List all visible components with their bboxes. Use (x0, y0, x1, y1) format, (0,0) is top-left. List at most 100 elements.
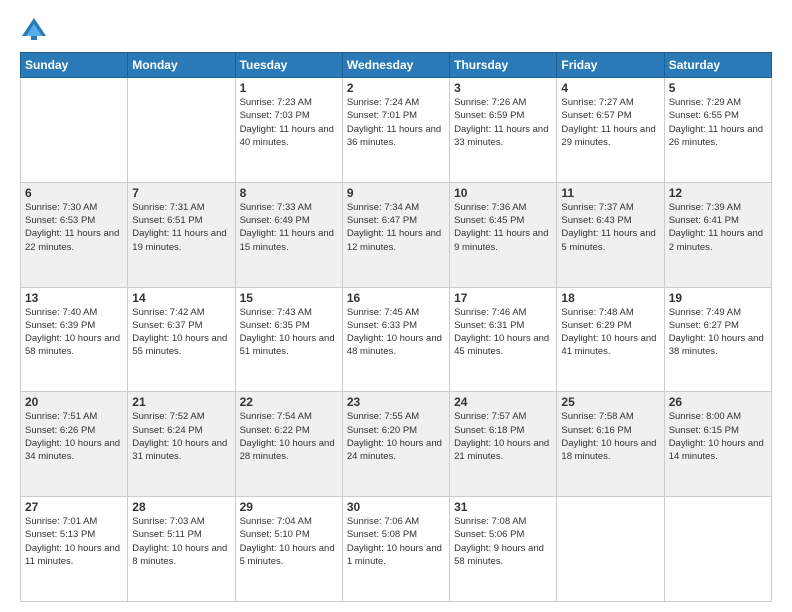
day-info: Sunrise: 7:04 AMSunset: 5:10 PMDaylight:… (240, 515, 338, 568)
calendar-cell: 2Sunrise: 7:24 AMSunset: 7:01 PMDaylight… (342, 78, 449, 183)
logo (20, 16, 52, 44)
calendar-cell (128, 78, 235, 183)
day-number: 2 (347, 81, 445, 95)
weekday-header-friday: Friday (557, 53, 664, 78)
calendar-cell: 18Sunrise: 7:48 AMSunset: 6:29 PMDayligh… (557, 287, 664, 392)
day-number: 10 (454, 186, 552, 200)
weekday-header-thursday: Thursday (450, 53, 557, 78)
calendar-cell: 25Sunrise: 7:58 AMSunset: 6:16 PMDayligh… (557, 392, 664, 497)
day-info: Sunrise: 7:01 AMSunset: 5:13 PMDaylight:… (25, 515, 123, 568)
day-info: Sunrise: 7:37 AMSunset: 6:43 PMDaylight:… (561, 201, 659, 254)
weekday-header-row: SundayMondayTuesdayWednesdayThursdayFrid… (21, 53, 772, 78)
day-number: 7 (132, 186, 230, 200)
calendar-cell (557, 497, 664, 602)
day-info: Sunrise: 7:58 AMSunset: 6:16 PMDaylight:… (561, 410, 659, 463)
day-info: Sunrise: 7:26 AMSunset: 6:59 PMDaylight:… (454, 96, 552, 149)
day-info: Sunrise: 7:34 AMSunset: 6:47 PMDaylight:… (347, 201, 445, 254)
day-number: 17 (454, 291, 552, 305)
day-number: 4 (561, 81, 659, 95)
day-number: 1 (240, 81, 338, 95)
day-number: 20 (25, 395, 123, 409)
day-info: Sunrise: 7:23 AMSunset: 7:03 PMDaylight:… (240, 96, 338, 149)
calendar-cell: 4Sunrise: 7:27 AMSunset: 6:57 PMDaylight… (557, 78, 664, 183)
calendar-cell: 14Sunrise: 7:42 AMSunset: 6:37 PMDayligh… (128, 287, 235, 392)
calendar-cell: 3Sunrise: 7:26 AMSunset: 6:59 PMDaylight… (450, 78, 557, 183)
week-row-4: 20Sunrise: 7:51 AMSunset: 6:26 PMDayligh… (21, 392, 772, 497)
day-number: 9 (347, 186, 445, 200)
day-number: 23 (347, 395, 445, 409)
calendar-cell: 30Sunrise: 7:06 AMSunset: 5:08 PMDayligh… (342, 497, 449, 602)
calendar-cell: 29Sunrise: 7:04 AMSunset: 5:10 PMDayligh… (235, 497, 342, 602)
day-number: 11 (561, 186, 659, 200)
calendar-cell: 17Sunrise: 7:46 AMSunset: 6:31 PMDayligh… (450, 287, 557, 392)
day-info: Sunrise: 7:45 AMSunset: 6:33 PMDaylight:… (347, 306, 445, 359)
calendar-cell: 20Sunrise: 7:51 AMSunset: 6:26 PMDayligh… (21, 392, 128, 497)
day-info: Sunrise: 7:40 AMSunset: 6:39 PMDaylight:… (25, 306, 123, 359)
day-info: Sunrise: 7:42 AMSunset: 6:37 PMDaylight:… (132, 306, 230, 359)
day-info: Sunrise: 7:24 AMSunset: 7:01 PMDaylight:… (347, 96, 445, 149)
weekday-header-sunday: Sunday (21, 53, 128, 78)
week-row-5: 27Sunrise: 7:01 AMSunset: 5:13 PMDayligh… (21, 497, 772, 602)
day-info: Sunrise: 7:52 AMSunset: 6:24 PMDaylight:… (132, 410, 230, 463)
day-number: 29 (240, 500, 338, 514)
day-number: 13 (25, 291, 123, 305)
weekday-header-tuesday: Tuesday (235, 53, 342, 78)
day-info: Sunrise: 7:31 AMSunset: 6:51 PMDaylight:… (132, 201, 230, 254)
weekday-header-monday: Monday (128, 53, 235, 78)
day-number: 6 (25, 186, 123, 200)
calendar-cell (21, 78, 128, 183)
calendar-cell (664, 497, 771, 602)
day-info: Sunrise: 7:27 AMSunset: 6:57 PMDaylight:… (561, 96, 659, 149)
day-number: 24 (454, 395, 552, 409)
calendar-cell: 5Sunrise: 7:29 AMSunset: 6:55 PMDaylight… (664, 78, 771, 183)
day-info: Sunrise: 7:55 AMSunset: 6:20 PMDaylight:… (347, 410, 445, 463)
day-number: 27 (25, 500, 123, 514)
day-number: 16 (347, 291, 445, 305)
day-number: 28 (132, 500, 230, 514)
calendar-cell: 15Sunrise: 7:43 AMSunset: 6:35 PMDayligh… (235, 287, 342, 392)
calendar-cell: 24Sunrise: 7:57 AMSunset: 6:18 PMDayligh… (450, 392, 557, 497)
day-number: 5 (669, 81, 767, 95)
day-number: 31 (454, 500, 552, 514)
calendar-cell: 8Sunrise: 7:33 AMSunset: 6:49 PMDaylight… (235, 182, 342, 287)
day-number: 18 (561, 291, 659, 305)
day-info: Sunrise: 7:36 AMSunset: 6:45 PMDaylight:… (454, 201, 552, 254)
day-number: 30 (347, 500, 445, 514)
calendar-cell: 22Sunrise: 7:54 AMSunset: 6:22 PMDayligh… (235, 392, 342, 497)
calendar-table: SundayMondayTuesdayWednesdayThursdayFrid… (20, 52, 772, 602)
day-info: Sunrise: 7:57 AMSunset: 6:18 PMDaylight:… (454, 410, 552, 463)
week-row-3: 13Sunrise: 7:40 AMSunset: 6:39 PMDayligh… (21, 287, 772, 392)
day-number: 3 (454, 81, 552, 95)
day-info: Sunrise: 8:00 AMSunset: 6:15 PMDaylight:… (669, 410, 767, 463)
day-number: 12 (669, 186, 767, 200)
calendar-cell: 16Sunrise: 7:45 AMSunset: 6:33 PMDayligh… (342, 287, 449, 392)
day-number: 14 (132, 291, 230, 305)
day-info: Sunrise: 7:33 AMSunset: 6:49 PMDaylight:… (240, 201, 338, 254)
calendar-cell: 7Sunrise: 7:31 AMSunset: 6:51 PMDaylight… (128, 182, 235, 287)
day-info: Sunrise: 7:51 AMSunset: 6:26 PMDaylight:… (25, 410, 123, 463)
day-info: Sunrise: 7:49 AMSunset: 6:27 PMDaylight:… (669, 306, 767, 359)
calendar-cell: 6Sunrise: 7:30 AMSunset: 6:53 PMDaylight… (21, 182, 128, 287)
day-info: Sunrise: 7:46 AMSunset: 6:31 PMDaylight:… (454, 306, 552, 359)
day-number: 19 (669, 291, 767, 305)
day-number: 22 (240, 395, 338, 409)
week-row-2: 6Sunrise: 7:30 AMSunset: 6:53 PMDaylight… (21, 182, 772, 287)
day-number: 26 (669, 395, 767, 409)
calendar-cell: 13Sunrise: 7:40 AMSunset: 6:39 PMDayligh… (21, 287, 128, 392)
calendar-cell: 19Sunrise: 7:49 AMSunset: 6:27 PMDayligh… (664, 287, 771, 392)
calendar-cell: 23Sunrise: 7:55 AMSunset: 6:20 PMDayligh… (342, 392, 449, 497)
day-number: 8 (240, 186, 338, 200)
day-number: 21 (132, 395, 230, 409)
day-info: Sunrise: 7:43 AMSunset: 6:35 PMDaylight:… (240, 306, 338, 359)
day-info: Sunrise: 7:06 AMSunset: 5:08 PMDaylight:… (347, 515, 445, 568)
calendar-cell: 9Sunrise: 7:34 AMSunset: 6:47 PMDaylight… (342, 182, 449, 287)
logo-icon (20, 16, 48, 44)
calendar-cell: 11Sunrise: 7:37 AMSunset: 6:43 PMDayligh… (557, 182, 664, 287)
header (20, 16, 772, 44)
calendar-page: SundayMondayTuesdayWednesdayThursdayFrid… (0, 0, 792, 612)
calendar-cell: 27Sunrise: 7:01 AMSunset: 5:13 PMDayligh… (21, 497, 128, 602)
day-info: Sunrise: 7:54 AMSunset: 6:22 PMDaylight:… (240, 410, 338, 463)
day-info: Sunrise: 7:30 AMSunset: 6:53 PMDaylight:… (25, 201, 123, 254)
day-info: Sunrise: 7:08 AMSunset: 5:06 PMDaylight:… (454, 515, 552, 568)
weekday-header-wednesday: Wednesday (342, 53, 449, 78)
